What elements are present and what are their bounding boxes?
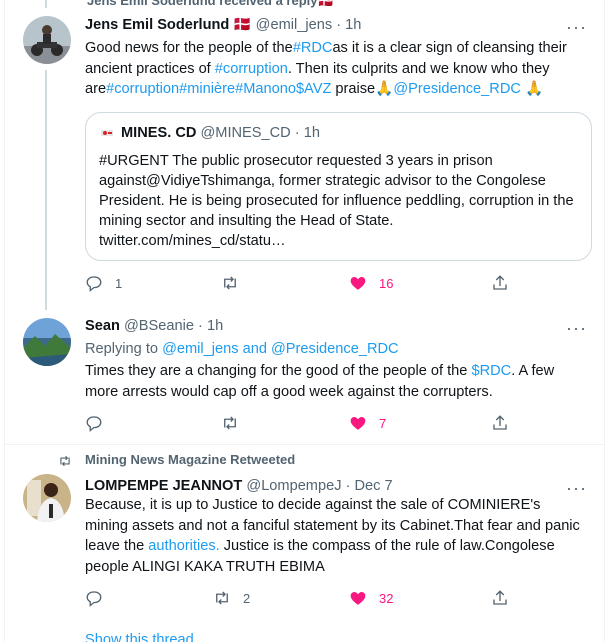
like-count: 32 <box>379 590 394 606</box>
quoted-author-handle: @MINES_CD <box>200 125 291 141</box>
tweet-text: Good news for the people of the#RDCas it… <box>85 38 585 100</box>
flag-icon: 🇩🇰 <box>233 17 252 33</box>
retweet-icon <box>224 276 236 290</box>
retweet-count: 2 <box>243 590 251 606</box>
hashtag-link[interactable]: #RDC <box>293 40 333 56</box>
like-count: 7 <box>379 415 387 431</box>
reply-button[interactable] <box>85 589 103 607</box>
tweet[interactable]: Jens Emil Soderlund 🇩🇰 @emil_jens · 1h ·… <box>5 0 604 306</box>
tweet-header: Jens Emil Soderlund 🇩🇰 @emil_jens · 1h <box>85 15 361 35</box>
mention-link[interactable]: @Presidence_RDC <box>393 81 521 97</box>
share-button[interactable] <box>491 274 509 292</box>
separator-dot: · <box>294 125 300 141</box>
avatar <box>99 125 115 141</box>
quoted-author-name: MINES. CD <box>121 125 197 141</box>
tweet-text: Times they are a changing for the good o… <box>85 361 585 402</box>
share-button[interactable] <box>491 589 509 607</box>
like-button[interactable]: 32 <box>349 589 393 607</box>
separator-dot: · <box>336 17 342 33</box>
divider <box>5 444 604 445</box>
text-segment: Good news for the people of the <box>85 40 293 56</box>
reply-button[interactable]: 1 <box>85 274 122 292</box>
share-icon <box>493 590 507 605</box>
hashtag-link[interactable]: #minière <box>179 81 235 97</box>
author-handle[interactable]: @BSeanie <box>124 318 194 334</box>
retweet-button[interactable] <box>221 414 239 432</box>
reply-count: 1 <box>115 275 123 291</box>
separator-dot: · <box>345 478 351 494</box>
avatar[interactable] <box>23 318 71 366</box>
quoted-tweet-header: MINES. CD @MINES_CD · 1h <box>99 125 320 141</box>
quoted-tweet-text: #URGENT The public prosecutor requested … <box>99 153 574 249</box>
heart-icon <box>350 417 366 430</box>
like-count: 16 <box>379 275 394 291</box>
text-segment: praise🙏 <box>331 81 394 97</box>
cashtag-link[interactable]: $RDC <box>471 363 511 379</box>
tweet-text: Because, it is up to Justice to decide a… <box>85 495 585 577</box>
tweet-actions: 7 <box>85 414 525 436</box>
replying-to-label: Replying to <box>85 341 163 357</box>
like-button[interactable]: 16 <box>349 274 393 292</box>
share-icon <box>493 275 507 290</box>
author-handle[interactable]: @LompempeJ <box>246 478 341 494</box>
hashtag-link[interactable]: #Manono <box>235 81 296 97</box>
tweet-time[interactable]: 1h <box>207 318 223 334</box>
hashtag-link[interactable]: #corruption <box>106 81 179 97</box>
reply-icon <box>86 276 102 292</box>
reply-icon <box>86 416 102 432</box>
retweet-button[interactable]: 2 <box>213 589 250 607</box>
author-name[interactable]: LOMPEMPE JEANNOT <box>85 478 242 494</box>
tweet-time[interactable]: Dec 7 <box>355 478 393 494</box>
retweet-icon <box>57 454 73 472</box>
tweet-header: LOMPEMPE JEANNOT @LompempeJ · Dec 7 <box>85 476 393 496</box>
like-button[interactable]: 7 <box>349 414 386 432</box>
hashtag-link[interactable]: #corruption <box>215 61 288 77</box>
timeline: Jens Emil Soderlund received a reply🇩🇰 J… <box>4 0 605 642</box>
quoted-tweet[interactable]: MINES. CD @MINES_CD · 1h #URGENT The pub… <box>85 112 592 261</box>
reply-icon <box>86 591 102 607</box>
show-thread-link[interactable]: Show this thread <box>85 632 194 642</box>
more-icon[interactable]: ··· <box>566 18 587 36</box>
author-name[interactable]: Sean <box>85 318 120 334</box>
cashtag-link[interactable]: $AVZ <box>296 81 331 97</box>
more-icon[interactable]: ··· <box>566 319 587 337</box>
replying-to-link[interactable]: @emil_jens and @Presidence_RDC <box>162 341 398 357</box>
retweeted-by[interactable]: Mining News Magazine Retweeted <box>85 452 295 467</box>
retweet-icon <box>224 416 236 430</box>
avatar[interactable] <box>23 474 71 522</box>
separator-dot: · <box>198 318 203 334</box>
tweet-actions: 2 32 <box>85 589 525 611</box>
tweet-actions: 1 16 <box>85 274 525 296</box>
share-icon <box>493 415 507 430</box>
replying-to: Replying to @emil_jens and @Presidence_R… <box>85 339 399 359</box>
tweet-header: Sean @BSeanie · 1h <box>85 316 223 336</box>
quoted-tweet-time: 1h <box>303 125 320 141</box>
reply-button[interactable] <box>85 414 103 432</box>
author-handle[interactable]: @emil_jens <box>256 17 332 33</box>
text-segment: 🙏 <box>520 81 544 97</box>
share-button[interactable] <box>491 414 509 432</box>
heart-icon <box>350 592 366 605</box>
tweet-time[interactable]: 1h <box>345 17 361 33</box>
avatar[interactable] <box>23 16 71 64</box>
heart-icon <box>350 277 366 290</box>
text-segment: Times they are a changing for the good o… <box>85 363 472 379</box>
text-link[interactable]: authorities. <box>148 538 219 554</box>
author-name[interactable]: Jens Emil Soderlund <box>85 17 229 33</box>
retweet-button[interactable] <box>221 274 239 292</box>
retweet-icon <box>216 591 228 605</box>
more-icon[interactable]: ··· <box>566 479 587 497</box>
